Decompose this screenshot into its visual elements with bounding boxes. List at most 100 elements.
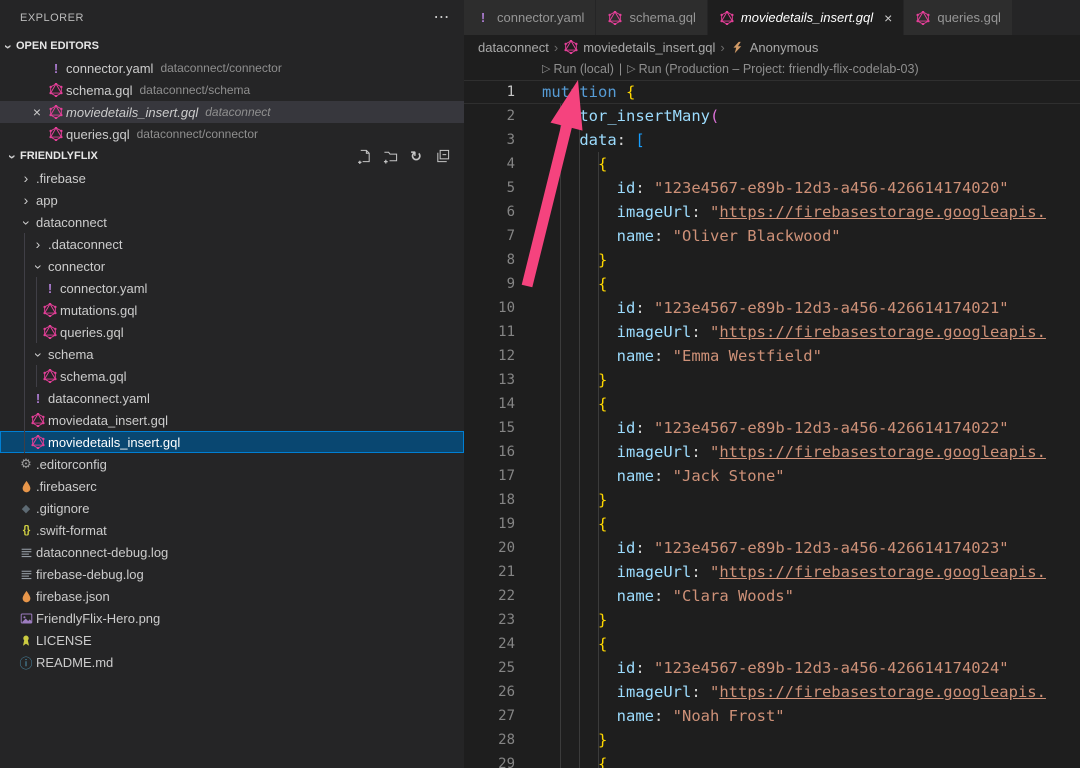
tab-schema.gql[interactable]: schema.gql [596, 0, 707, 35]
collapse-all-icon[interactable] [434, 148, 450, 164]
run-production-link[interactable]: ▷ Run (Production – Project: friendly-fl… [627, 59, 918, 80]
file-icon-slot: ! [46, 60, 66, 76]
file-icon-slot [16, 610, 36, 626]
tree-item-app[interactable]: ›app [0, 189, 464, 211]
new-folder-icon[interactable] [382, 148, 398, 164]
breadcrumb-item-Anonymous[interactable]: Anonymous [730, 39, 819, 55]
code-token: " [710, 443, 719, 461]
license-icon [18, 632, 34, 648]
file-icon-slot: ! [40, 280, 60, 296]
graphql-icon [915, 10, 931, 26]
new-file-icon[interactable] [356, 148, 372, 164]
code-line-content: imageUrl: "https://firebasestorage.googl… [542, 200, 1046, 224]
tab-bar: !connector.yamlschema.gqlmoviedetails_in… [464, 0, 1080, 35]
tree-item-LICENSE[interactable]: LICENSE [0, 629, 464, 651]
open-editors-section-header[interactable]: › OPEN EDITORS [0, 35, 464, 57]
workspace-section-header[interactable]: › FRIENDLYFLIX ↻ [0, 145, 464, 167]
code-line-content: id: "123e4567-e89b-12d3-a456-42661417402… [542, 416, 1009, 440]
tree-item-connector[interactable]: ›connector [0, 255, 464, 277]
tab-moviedetails_insert.gql[interactable]: moviedetails_insert.gql× [708, 0, 904, 35]
code-token: } [598, 611, 607, 629]
line-number: 5 [464, 176, 542, 200]
firebase-icon [18, 478, 34, 494]
tree-item-dataconnect-debug.log[interactable]: dataconnect-debug.log [0, 541, 464, 563]
code-editor[interactable]: ▷ Run (local) | ▷ Run (Production – Proj… [464, 59, 1080, 768]
tree-item-label: .gitignore [36, 501, 89, 516]
tree-item-README.md[interactable]: ⓘREADME.md [0, 651, 464, 673]
tree-item-label: dataconnect [36, 215, 107, 230]
code-token: " [710, 563, 719, 581]
run-local-link[interactable]: ▷ Run (local) [542, 59, 614, 80]
code-line-12: 12 name: "Emma Westfield" [464, 344, 1080, 368]
code-token: "123e4567-e89b-12d3-a456-426614174020" [654, 179, 1009, 197]
open-editor-item-schema.gql[interactable]: schema.gqldataconnect/schema [0, 79, 464, 101]
line-number: 21 [464, 560, 542, 584]
tree-indent-guide [24, 233, 25, 453]
tab-queries.gql[interactable]: queries.gql [904, 0, 1013, 35]
tree-item-.swift-format[interactable]: {}.swift-format [0, 519, 464, 541]
code-line-26: 26 imageUrl: "https://firebasestorage.go… [464, 680, 1080, 704]
tree-item-dataconnect.yaml[interactable]: !dataconnect.yaml [0, 387, 464, 409]
url-link[interactable]: https://firebasestorage.googleapis. [719, 683, 1046, 701]
close-icon[interactable]: × [884, 10, 892, 26]
code-token: } [598, 251, 607, 269]
breadcrumb-item-moviedetails_insert.gql[interactable]: moviedetails_insert.gql [563, 39, 715, 55]
run-local-label: Run (local) [553, 59, 613, 80]
code-token: ( [710, 107, 719, 125]
code-token: imageUrl [617, 443, 692, 461]
chevron-icon: › [24, 192, 29, 208]
tree-item-queries.gql[interactable]: queries.gql [0, 321, 464, 343]
tree-item-.editorconfig[interactable]: ⚙.editorconfig [0, 453, 464, 475]
braces-icon: {} [18, 522, 34, 538]
close-icon[interactable]: × [28, 104, 46, 120]
tree-item-mutations.gql[interactable]: mutations.gql [0, 299, 464, 321]
file-icon-slot [16, 588, 36, 604]
editor-indent-guide [598, 152, 599, 768]
line-number: 6 [464, 200, 542, 224]
chevron-right-icon: › [16, 170, 36, 186]
tree-item-.dataconnect[interactable]: ›.dataconnect [0, 233, 464, 255]
tree-item-label: queries.gql [60, 325, 124, 340]
tree-item-moviedetails_insert.gql[interactable]: moviedetails_insert.gql [0, 431, 464, 453]
url-link[interactable]: https://firebasestorage.googleapis. [719, 563, 1046, 581]
more-actions-icon[interactable]: ⋯ [434, 10, 451, 26]
code-token: : [617, 131, 636, 149]
open-editor-item-queries.gql[interactable]: queries.gqldataconnect/connector [0, 123, 464, 145]
code-token: id [617, 659, 636, 677]
tree-item-.gitignore[interactable]: ◆.gitignore [0, 497, 464, 519]
tree-item-moviedata_insert.gql[interactable]: moviedata_insert.gql [0, 409, 464, 431]
tree-item-FriendlyFlix-Hero.png[interactable]: FriendlyFlix-Hero.png [0, 607, 464, 629]
tree-item-.firebaserc[interactable]: .firebaserc [0, 475, 464, 497]
open-editor-item-connector.yaml[interactable]: !connector.yamldataconnect/connector [0, 57, 464, 79]
line-number: 12 [464, 344, 542, 368]
line-number: 19 [464, 512, 542, 536]
tree-item-dataconnect[interactable]: ›dataconnect [0, 211, 464, 233]
tab-connector.yaml[interactable]: !connector.yaml [464, 0, 596, 35]
git-icon: ◆ [18, 500, 34, 516]
refresh-icon[interactable]: ↻ [408, 148, 424, 164]
code-token: name [617, 467, 654, 485]
url-link[interactable]: https://firebasestorage.googleapis. [719, 443, 1046, 461]
url-link[interactable]: https://firebasestorage.googleapis. [719, 203, 1046, 221]
breadcrumb: dataconnect›moviedetails_insert.gql›Anon… [464, 35, 1080, 59]
code-token: { [598, 635, 607, 653]
code-line-11: 11 imageUrl: "https://firebasestorage.go… [464, 320, 1080, 344]
tree-item-.firebase[interactable]: ›.firebase [0, 167, 464, 189]
line-number: 25 [464, 656, 542, 680]
code-token [542, 155, 598, 173]
file-icon-slot [28, 412, 48, 428]
code-line-3: 3 data: [ [464, 128, 1080, 152]
code-token: "123e4567-e89b-12d3-a456-426614174024" [654, 659, 1009, 677]
workspace-label: FRIENDLYFLIX [20, 150, 98, 162]
tree-item-firebase.json[interactable]: firebase.json [0, 585, 464, 607]
tree-item-firebase-debug.log[interactable]: firebase-debug.log [0, 563, 464, 585]
code-token [542, 107, 561, 125]
tree-item-schema.gql[interactable]: schema.gql [0, 365, 464, 387]
open-editor-item-moviedetails_insert.gql[interactable]: ×moviedetails_insert.gqldataconnect [0, 101, 464, 123]
code-token [617, 83, 626, 101]
url-link[interactable]: https://firebasestorage.googleapis. [719, 323, 1046, 341]
code-token: : [635, 659, 654, 677]
breadcrumb-item-dataconnect[interactable]: dataconnect [478, 40, 549, 55]
tree-item-connector.yaml[interactable]: !connector.yaml [0, 277, 464, 299]
tree-item-schema[interactable]: ›schema [0, 343, 464, 365]
